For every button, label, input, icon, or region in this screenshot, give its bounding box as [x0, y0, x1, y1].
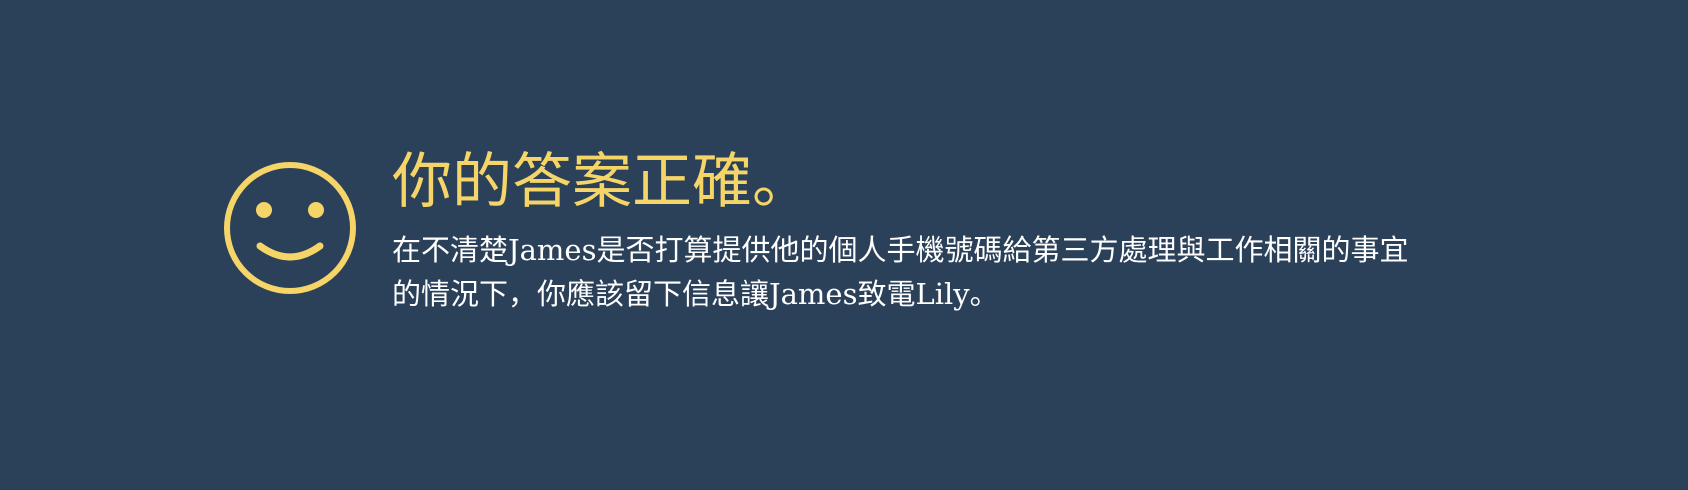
feedback-title: 你的答案正確。 — [392, 147, 812, 217]
feedback-panel: 你的答案正確。 在不清楚James是否打算提供他的個人手機號碼給第三方處理與工作… — [0, 0, 1688, 490]
feedback-message: 在不清楚James是否打算提供他的個人手機號碼給第三方處理與工作相關的事宜 的情… — [392, 228, 1522, 316]
feedback-message-line-1: 在不清楚James是否打算提供他的個人手機號碼給第三方處理與工作相關的事宜 — [392, 233, 1409, 267]
feedback-message-line-2: 的情況下，你應該留下信息讓James致電Lily。 — [392, 277, 999, 311]
feedback-text: 你的答案正確。 在不清楚James是否打算提供他的個人手機號碼給第三方處理與工作… — [392, 142, 1522, 316]
smiley-face-icon — [222, 160, 358, 296]
